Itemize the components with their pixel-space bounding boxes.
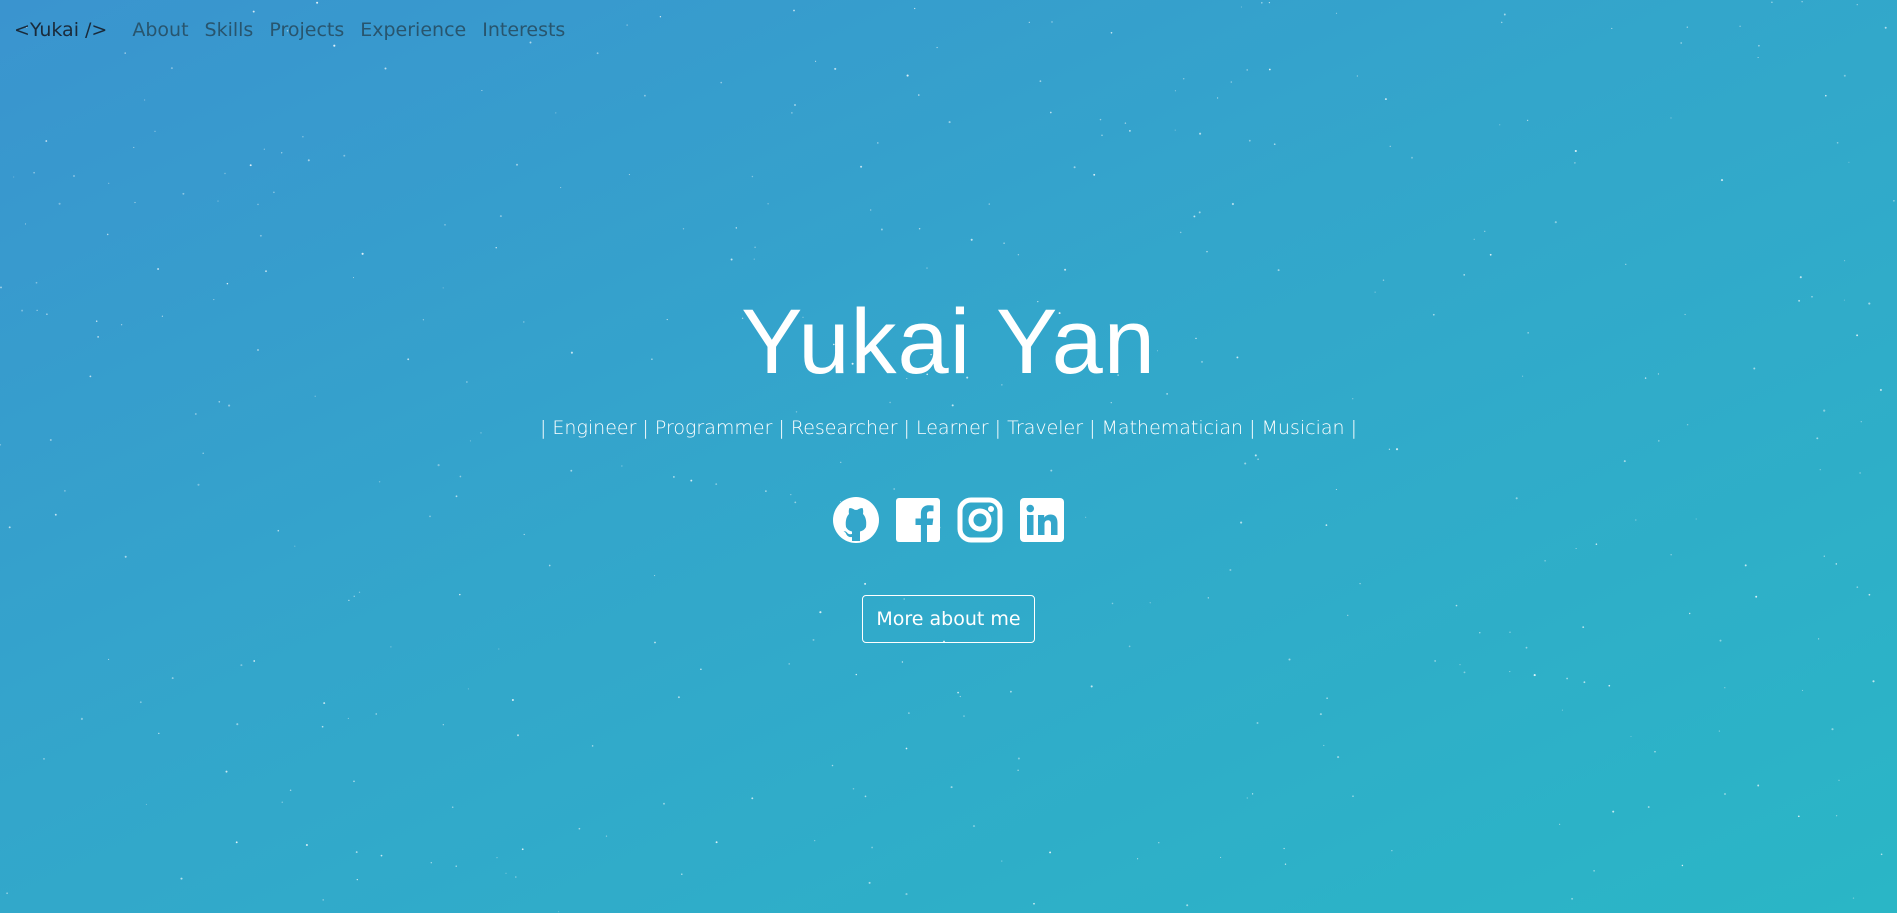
linkedin-link[interactable] [1018, 496, 1066, 544]
hero-name: Yukai Yan [741, 291, 1156, 393]
hero-section: Yukai Yan | Engineer | Programmer | Rese… [0, 0, 1897, 913]
more-about-me-button[interactable]: More about me [862, 595, 1035, 643]
instagram-icon [957, 497, 1002, 543]
instagram-link[interactable] [956, 496, 1004, 544]
github-icon [832, 497, 879, 543]
social-links [0, 496, 1897, 544]
facebook-icon [895, 498, 940, 542]
hero-subtitle: | Engineer | Programmer | Researcher | L… [539, 417, 1357, 439]
linkedin-icon [1019, 498, 1064, 542]
facebook-link[interactable] [894, 496, 942, 544]
github-link[interactable] [832, 496, 880, 544]
